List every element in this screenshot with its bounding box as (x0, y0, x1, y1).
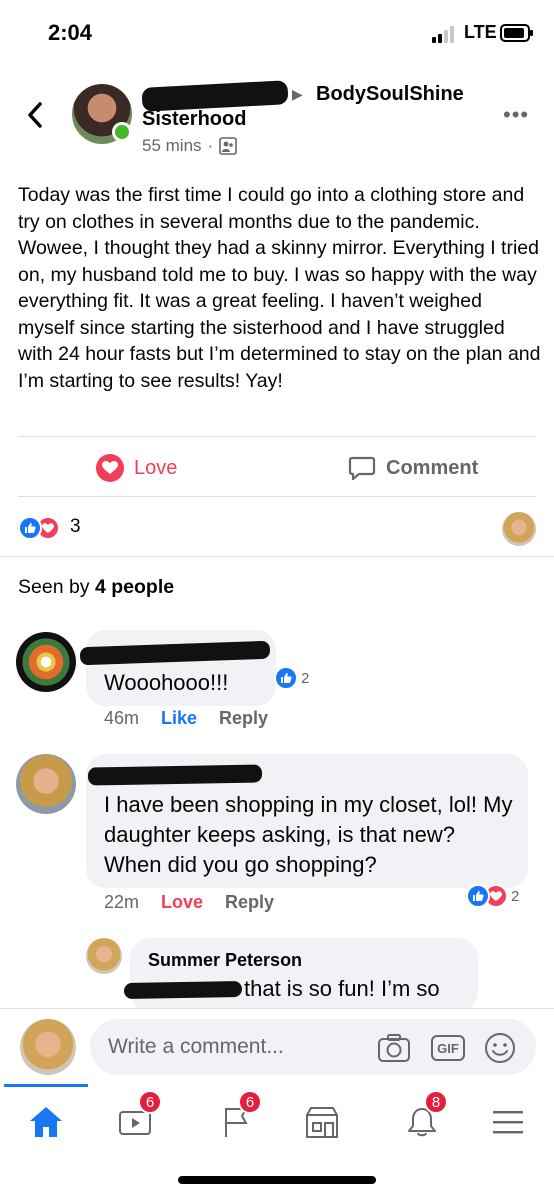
commenter-avatar[interactable] (16, 632, 76, 692)
love-label: Love (134, 456, 178, 479)
comment-reaction-count: 2 (301, 669, 310, 687)
gif-icon[interactable]: GIF (430, 1031, 466, 1065)
comment-reply-button[interactable]: Reply (219, 708, 268, 729)
back-button[interactable] (22, 98, 48, 132)
bottom-tab-bar: 6 6 8 (0, 1084, 554, 1154)
notification-badge: 6 (238, 1090, 262, 1114)
divider (18, 496, 536, 497)
marketplace-icon (306, 1107, 338, 1138)
status-time: 2:04 (48, 20, 93, 45)
divider (18, 436, 536, 437)
group-name-continued[interactable]: Sisterhood (142, 108, 246, 131)
seen-by-prefix: Seen by (18, 576, 95, 598)
post-body: Today was the first time I could go into… (18, 184, 541, 392)
post-header: ▶ BodySoulShine Sisterhood 55 mins · ••• (0, 78, 554, 168)
heart-icon (96, 454, 124, 482)
comment-love-button[interactable]: Love (161, 892, 203, 913)
status-bar: 2:04 LTE (0, 0, 554, 70)
reactions-summary[interactable]: 3 (0, 508, 554, 548)
post-time[interactable]: 55 mins (142, 136, 202, 156)
comment-reply-button[interactable]: Reply (225, 892, 274, 913)
comment-icon (348, 456, 376, 481)
home-icon (30, 1107, 62, 1137)
more-options-icon[interactable]: ••• (503, 102, 529, 128)
reaction-count: 3 (70, 516, 81, 537)
svg-text:GIF: GIF (437, 1041, 459, 1056)
active-tab-indicator (4, 1084, 88, 1087)
like-reaction-icon (466, 884, 490, 908)
post-meta: 55 mins · (142, 136, 238, 156)
user-avatar (20, 1019, 76, 1075)
comment-reactions[interactable]: 2 (466, 884, 519, 908)
comment-label: Comment (386, 456, 479, 479)
tab-notifications[interactable]: 8 (392, 1090, 452, 1150)
reply-author-name[interactable]: Summer Peterson (148, 950, 302, 971)
tab-marketplace[interactable] (292, 1094, 352, 1150)
like-reaction-icon (274, 666, 298, 690)
comment-composer: Write a comment... GIF (0, 1008, 554, 1084)
comment-reaction-count: 2 (511, 887, 520, 905)
tab-menu[interactable] (478, 1094, 538, 1150)
menu-icon (493, 1111, 523, 1134)
comment-like-button[interactable]: Like (161, 708, 197, 729)
post-action-row: Love Comment (0, 440, 554, 496)
comment-button[interactable]: Comment (348, 454, 478, 482)
comment-meta: 22m Love Reply (104, 892, 274, 913)
emoji-icon[interactable] (482, 1031, 518, 1065)
group-name[interactable]: BodySoulShine (316, 83, 464, 106)
seen-by-text[interactable]: Seen by 4 people (18, 576, 174, 599)
like-reaction-icon (18, 516, 42, 540)
notification-badge: 6 (138, 1090, 162, 1114)
meta-separator: · (207, 136, 214, 155)
comment-time: 22m (104, 892, 140, 912)
caret-right-icon: ▶ (292, 86, 303, 102)
chevron-left-icon (28, 102, 42, 128)
comment-reactions[interactable]: 2 (274, 666, 309, 690)
home-indicator[interactable] (178, 1176, 376, 1184)
battery-icon (500, 24, 533, 42)
comment-text: I have been shopping in my closet, lol! … (104, 792, 513, 877)
tab-watch[interactable]: 6 (106, 1090, 166, 1150)
tab-home[interactable] (16, 1094, 76, 1150)
online-status-dot (112, 122, 132, 142)
commenter-avatar[interactable] (16, 754, 76, 814)
divider (0, 556, 554, 557)
redacted-mention (123, 980, 243, 1000)
comment-input-placeholder[interactable]: Write a comment... (108, 1035, 284, 1059)
reaction-icons (466, 884, 508, 908)
signal-icon (432, 26, 454, 43)
seen-by-avatar[interactable] (502, 512, 536, 546)
reply-text: that is so fun! I’m so (244, 976, 440, 1001)
comment-meta: 46m Like Reply (104, 708, 268, 729)
comment-time: 46m (104, 708, 140, 728)
tab-groups[interactable]: 6 (206, 1090, 266, 1150)
camera-icon[interactable] (376, 1031, 412, 1065)
network-label: LTE (464, 22, 497, 42)
redacted-commenter-name (87, 764, 263, 786)
reaction-icons (18, 516, 60, 540)
love-button[interactable]: Love (96, 454, 177, 482)
group-members-icon (219, 137, 238, 155)
notification-badge: 8 (424, 1090, 448, 1114)
seen-by-count: 4 people (94, 576, 175, 598)
reply-avatar[interactable] (86, 938, 122, 974)
comment-text: Wooohooo!!! (104, 670, 229, 695)
